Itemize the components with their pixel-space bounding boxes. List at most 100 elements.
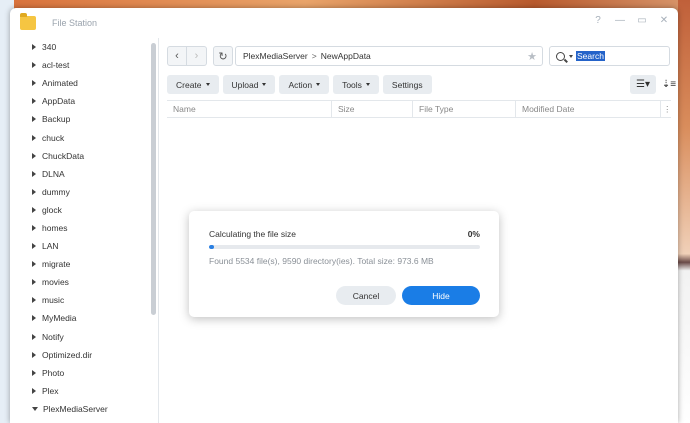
path-separator: > xyxy=(311,51,317,61)
tree-item-label: MyMedia xyxy=(42,313,77,324)
create-label: Create xyxy=(176,79,202,90)
chevron-down-icon xyxy=(205,83,210,86)
expand-caret-icon[interactable] xyxy=(32,243,36,250)
search-field[interactable]: Search xyxy=(549,46,670,66)
expand-caret-icon[interactable] xyxy=(32,116,36,123)
window-controls: ? — ▭ ✕ xyxy=(592,15,670,26)
tree-item-label: acl-test xyxy=(42,60,70,71)
sidebar-scrollbar[interactable] xyxy=(151,43,156,315)
expand-caret-icon[interactable] xyxy=(32,387,36,394)
expand-caret-icon[interactable] xyxy=(32,152,36,159)
expand-caret-icon[interactable] xyxy=(32,315,36,322)
close-icon[interactable]: ✕ xyxy=(658,15,670,26)
tree-item[interactable]: chuck xyxy=(10,128,158,146)
tree-item[interactable]: glock xyxy=(10,201,158,219)
titlebar[interactable]: File Station ? — ▭ ✕ xyxy=(10,8,678,38)
tree-item[interactable]: Optimized.dir xyxy=(10,346,158,364)
upload-label: Upload xyxy=(231,79,259,90)
tree-item[interactable]: Photo xyxy=(10,364,158,382)
toolbar: Create Upload Action Tools Settings xyxy=(167,75,432,94)
collapse-caret-icon[interactable] xyxy=(32,406,38,411)
forward-icon[interactable]: › xyxy=(187,46,207,66)
expand-caret-icon[interactable] xyxy=(32,44,36,51)
tree-item-label: Photo xyxy=(42,367,65,378)
tools-button[interactable]: Tools xyxy=(333,75,379,94)
path-segment[interactable]: PlexMediaServer xyxy=(243,51,308,61)
tree-item[interactable]: MyMedia xyxy=(10,309,158,327)
path-segment[interactable]: NewAppData xyxy=(321,51,371,61)
tree-item-label: dummy xyxy=(42,186,70,197)
tree-item[interactable]: 340 xyxy=(10,38,158,56)
calculating-size-dialog: Calculating the file size 0% Found 5534 … xyxy=(189,211,499,317)
tree-item-label: Backup xyxy=(42,114,71,125)
file-list-header: Name Size File Type Modified Date ⋮ xyxy=(167,100,672,118)
expand-caret-icon[interactable] xyxy=(32,98,36,105)
help-icon[interactable]: ? xyxy=(592,15,604,26)
expand-caret-icon[interactable] xyxy=(32,297,36,304)
tree-item[interactable]: LAN xyxy=(10,237,158,255)
maximize-icon[interactable]: ▭ xyxy=(636,15,648,26)
upload-button[interactable]: Upload xyxy=(222,75,276,94)
path-bar[interactable]: PlexMediaServer > NewAppData ★ xyxy=(235,46,543,66)
back-icon[interactable]: ‹ xyxy=(167,46,187,66)
expand-caret-icon[interactable] xyxy=(32,369,36,376)
sort-icon[interactable]: ⇣≡ xyxy=(660,75,678,94)
expand-caret-icon[interactable] xyxy=(32,170,36,177)
column-size[interactable]: Size xyxy=(332,101,413,117)
chevron-down-icon xyxy=(365,83,370,86)
tree-item[interactable]: ChuckData xyxy=(10,147,158,165)
column-name[interactable]: Name xyxy=(167,101,332,117)
tree-item-label: homes xyxy=(42,222,68,233)
tree-item-label: Animated xyxy=(42,78,78,89)
minimize-icon[interactable]: — xyxy=(614,15,626,26)
search-icon[interactable] xyxy=(556,51,565,61)
folder-tree: 340 acl-test Animated AppData Backup chu… xyxy=(10,38,158,423)
expand-caret-icon[interactable] xyxy=(32,224,36,231)
expand-caret-icon[interactable] xyxy=(32,206,36,213)
tree-item-label: glock xyxy=(42,204,62,215)
expand-caret-icon[interactable] xyxy=(32,279,36,286)
search-options-dropdown-icon[interactable] xyxy=(569,54,573,58)
tree-item[interactable]: homes xyxy=(10,219,158,237)
expand-caret-icon[interactable] xyxy=(32,333,36,340)
tree-item[interactable]: Plex xyxy=(10,382,158,400)
cancel-button[interactable]: Cancel xyxy=(336,286,396,305)
expand-caret-icon[interactable] xyxy=(32,261,36,268)
tree-item-label: PlexMediaServer xyxy=(43,403,108,414)
expand-caret-icon[interactable] xyxy=(32,80,36,87)
list-view-icon[interactable]: ☰▾ xyxy=(630,75,656,94)
expand-caret-icon[interactable] xyxy=(32,134,36,141)
tree-item[interactable]: acl-test xyxy=(10,56,158,74)
tree-item-label: music xyxy=(42,295,65,306)
column-options-icon[interactable]: ⋮ xyxy=(661,101,672,117)
found-summary: Found 5534 file(s), 9590 directory(ies).… xyxy=(209,256,434,266)
tree-item-expanded[interactable]: PlexMediaServer xyxy=(10,400,158,418)
expand-caret-icon[interactable] xyxy=(32,351,36,358)
tree-item[interactable]: music xyxy=(10,291,158,309)
tree-item[interactable]: migrate xyxy=(10,255,158,273)
tree-item[interactable]: movies xyxy=(10,273,158,291)
settings-button[interactable]: Settings xyxy=(382,75,432,94)
tree-item[interactable]: Animated xyxy=(10,74,158,92)
tree-item[interactable]: Notify xyxy=(10,328,158,346)
hide-button[interactable]: Hide xyxy=(402,286,480,305)
column-modified-date[interactable]: Modified Date xyxy=(516,101,661,117)
tree-item[interactable]: DLNA xyxy=(10,165,158,183)
column-file-type[interactable]: File Type xyxy=(413,101,516,117)
create-button[interactable]: Create xyxy=(167,75,219,94)
refresh-icon[interactable]: ↻ xyxy=(213,46,233,66)
view-controls: ☰▾ ⇣≡ xyxy=(630,75,678,94)
tree-item-label: Optimized.dir xyxy=(42,349,93,360)
tree-item[interactable]: AppData xyxy=(10,92,158,110)
settings-label: Settings xyxy=(391,79,423,90)
star-icon[interactable]: ★ xyxy=(527,50,537,63)
tree-item[interactable]: dummy xyxy=(10,183,158,201)
window-title: File Station xyxy=(52,18,98,28)
tree-item[interactable]: Backup xyxy=(10,110,158,128)
tree-item-label: AppData xyxy=(42,96,76,107)
expand-caret-icon[interactable] xyxy=(32,188,36,195)
search-input[interactable]: Search xyxy=(576,51,605,61)
expand-caret-icon[interactable] xyxy=(32,62,36,69)
tree-item-label: chuck xyxy=(42,132,65,143)
action-button[interactable]: Action xyxy=(279,75,330,94)
